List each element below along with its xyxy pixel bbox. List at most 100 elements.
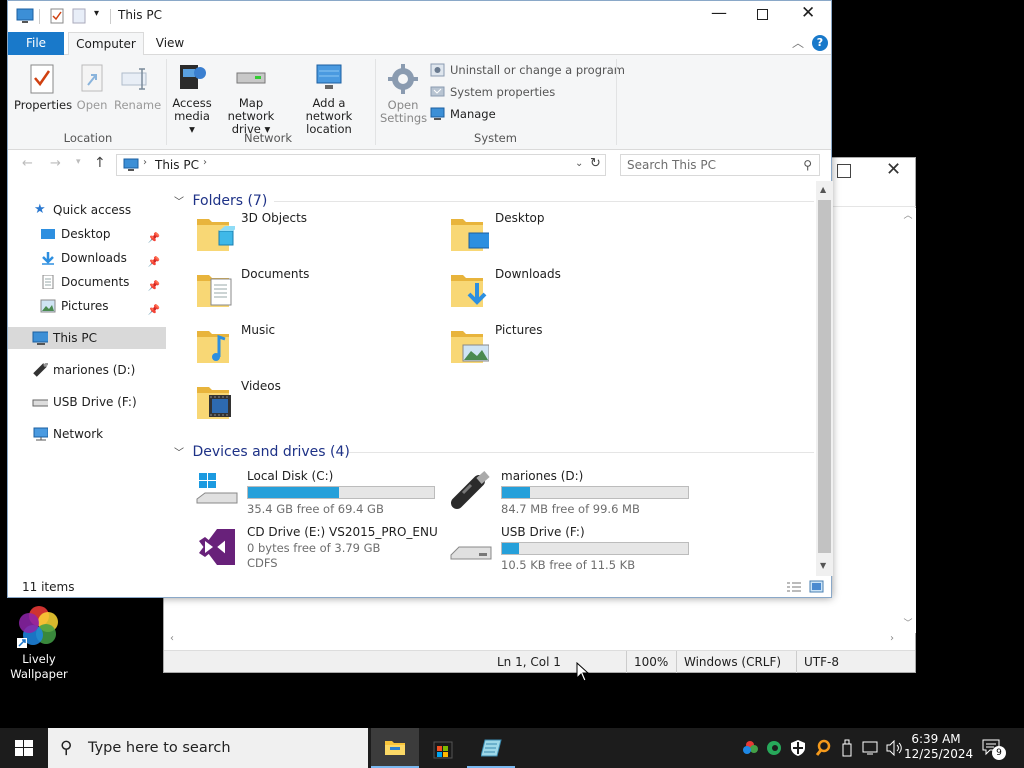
file-explorer-window[interactable]: ▾ This PC — ✕ File Computer View ︿ ? Pro… [7, 0, 833, 598]
notepad-vscroll[interactable]: ︿ ﹀ [900, 208, 916, 633]
encoding: UTF-8 [804, 655, 839, 669]
folder-item-desktop[interactable]: Desktop [449, 211, 689, 261]
folder-item-videos[interactable]: Videos [195, 379, 435, 429]
breadcrumb-this-pc[interactable]: This PC [155, 158, 199, 172]
nav-mariones-drive[interactable]: mariones (D:) [8, 359, 166, 381]
scroll-down-icon[interactable]: ▼ [820, 561, 826, 570]
map-network-drive-button[interactable]: Map network drive ▾ [216, 61, 286, 136]
drive-icon [32, 399, 48, 407]
downloads-folder-icon [451, 275, 487, 307]
properties-quick-icon[interactable] [50, 8, 64, 24]
folder-item-3d-objects[interactable]: 3D Objects [195, 211, 435, 261]
recent-locations-icon[interactable]: ▾ [76, 157, 81, 167]
address-dropdown-icon[interactable]: ⌄ [575, 158, 583, 169]
refresh-icon[interactable]: ↻ [590, 156, 601, 171]
drives-section-header[interactable]: ﹀ Devices and drives (4) [174, 442, 814, 462]
folder-item-documents[interactable]: Documents [195, 267, 435, 317]
folder-label: Videos [241, 379, 281, 393]
volume-icon[interactable] [886, 740, 904, 756]
tab-computer[interactable]: Computer [68, 32, 144, 55]
maximize-icon[interactable] [837, 164, 851, 178]
folder-item-downloads[interactable]: Downloads [449, 267, 689, 317]
system-properties-button[interactable]: System properties [430, 83, 555, 101]
pin-icon[interactable]: 📌 [148, 300, 160, 322]
security-shield-icon[interactable] [790, 739, 806, 757]
clock[interactable]: 6:39 AM 12/25/2024 [904, 732, 973, 762]
add-network-location-button[interactable]: Add a network location [290, 61, 368, 136]
new-folder-quick-icon[interactable] [72, 8, 86, 24]
drive-item-d[interactable]: mariones (D:) 84.7 MB free of 99.6 MB [449, 469, 699, 519]
drive-usage-fill [502, 487, 530, 498]
network-icon [33, 427, 48, 441]
properties-button[interactable]: Properties [14, 63, 72, 112]
nav-documents[interactable]: Documents 📌 [8, 271, 166, 293]
scroll-up-icon[interactable]: ▲ [820, 185, 826, 194]
up-arrow-icon[interactable]: ↑ [94, 155, 106, 171]
close-icon[interactable]: ✕ [801, 3, 815, 23]
taskbar-search-box[interactable]: ⚲ Type here to search [48, 728, 368, 768]
close-icon[interactable]: ✕ [886, 159, 901, 180]
taskbar-file-explorer[interactable] [371, 728, 419, 768]
nav-network-label: Network [53, 427, 104, 441]
forward-arrow-icon[interactable]: → [50, 156, 61, 171]
rename-button[interactable]: Rename [114, 63, 161, 112]
nav-desktop[interactable]: Desktop 📌 [8, 223, 166, 245]
nav-quick-access[interactable]: ★ Quick access [8, 199, 166, 221]
taskbar-notepad[interactable] [467, 728, 515, 768]
nav-network[interactable]: Network [8, 423, 166, 445]
folder-item-music[interactable]: Music [195, 323, 435, 373]
system-properties-icon [430, 85, 445, 99]
drive-name: USB Drive (F:) [501, 525, 585, 539]
breadcrumb-chevron-icon[interactable]: › [203, 157, 207, 168]
drive-item-e[interactable]: CD Drive (E:) VS2015_PRO_ENU 0 bytes fre… [195, 525, 445, 575]
clock-time: 6:39 AM [911, 732, 961, 746]
tab-view[interactable]: View [148, 32, 192, 55]
start-windows-icon[interactable] [15, 740, 33, 756]
drive-item-c[interactable]: Local Disk (C:) 35.4 GB free of 69.4 GB [195, 469, 445, 519]
open-settings-button[interactable]: Open Settings [380, 63, 427, 125]
this-pc-icon [16, 8, 34, 23]
nav-downloads-label: Downloads [61, 251, 127, 265]
maximize-icon[interactable] [757, 9, 768, 20]
help-icon[interactable]: ? [812, 35, 828, 51]
collapse-chevron-icon[interactable]: ﹀ [174, 197, 184, 208]
folders-section-header[interactable]: ﹀ Folders (7) [174, 191, 814, 211]
lively-wallpaper-desktop-icon[interactable]: Lively Wallpaper [8, 604, 70, 682]
taskbar-microsoft-store[interactable] [419, 728, 467, 768]
edge-tray-icon[interactable] [766, 740, 782, 756]
nav-downloads[interactable]: Downloads 📌 [8, 247, 166, 269]
search-input[interactable]: Search This PC ⚲ [620, 154, 820, 176]
uninstall-label: Uninstall or change a program [450, 63, 625, 77]
usb-eject-icon[interactable] [840, 739, 854, 757]
large-icons-view-icon[interactable] [809, 580, 824, 593]
customize-qat-icon[interactable]: ▾ [94, 8, 99, 19]
notification-center-button[interactable]: 9 [982, 738, 1006, 760]
address-pc-icon [123, 158, 139, 171]
breadcrumb-chevron-icon[interactable]: › [143, 157, 147, 168]
nav-pictures[interactable]: Pictures 📌 [8, 295, 166, 317]
usb-stick-icon [449, 470, 493, 511]
open-button[interactable]: Open [72, 63, 112, 112]
network-status-icon[interactable] [862, 740, 880, 756]
add-location-label-1: Add a network [305, 96, 353, 123]
folder-item-pictures[interactable]: Pictures [449, 323, 689, 373]
access-media-button[interactable]: Access media ▾ [172, 61, 212, 136]
back-arrow-icon[interactable]: ← [22, 156, 33, 171]
scroll-thumb[interactable] [818, 200, 831, 553]
content-vscroll[interactable]: ▲ ▼ [816, 181, 833, 576]
manage-button[interactable]: Manage [430, 105, 496, 123]
lively-tray-icon[interactable] [742, 740, 758, 756]
search-tool-tray-icon[interactable] [815, 739, 831, 757]
details-view-icon[interactable] [786, 581, 802, 593]
notepad-hscroll[interactable]: ‹ › [164, 633, 900, 649]
title-bar[interactable]: ▾ This PC — ✕ [8, 1, 831, 32]
uninstall-program-button[interactable]: Uninstall or change a program [430, 61, 625, 79]
collapse-chevron-icon[interactable]: ﹀ [174, 448, 184, 459]
address-bar[interactable]: › This PC › ⌄ [116, 154, 606, 176]
drive-item-f[interactable]: USB Drive (F:) 10.5 KB free of 11.5 KB [449, 525, 699, 575]
nav-usb-drive[interactable]: USB Drive (F:) [8, 391, 166, 413]
nav-this-pc[interactable]: This PC [8, 327, 166, 349]
tab-file[interactable]: File [8, 32, 64, 55]
minimize-icon[interactable]: — [711, 3, 727, 22]
collapse-ribbon-icon[interactable]: ︿ [792, 34, 804, 51]
